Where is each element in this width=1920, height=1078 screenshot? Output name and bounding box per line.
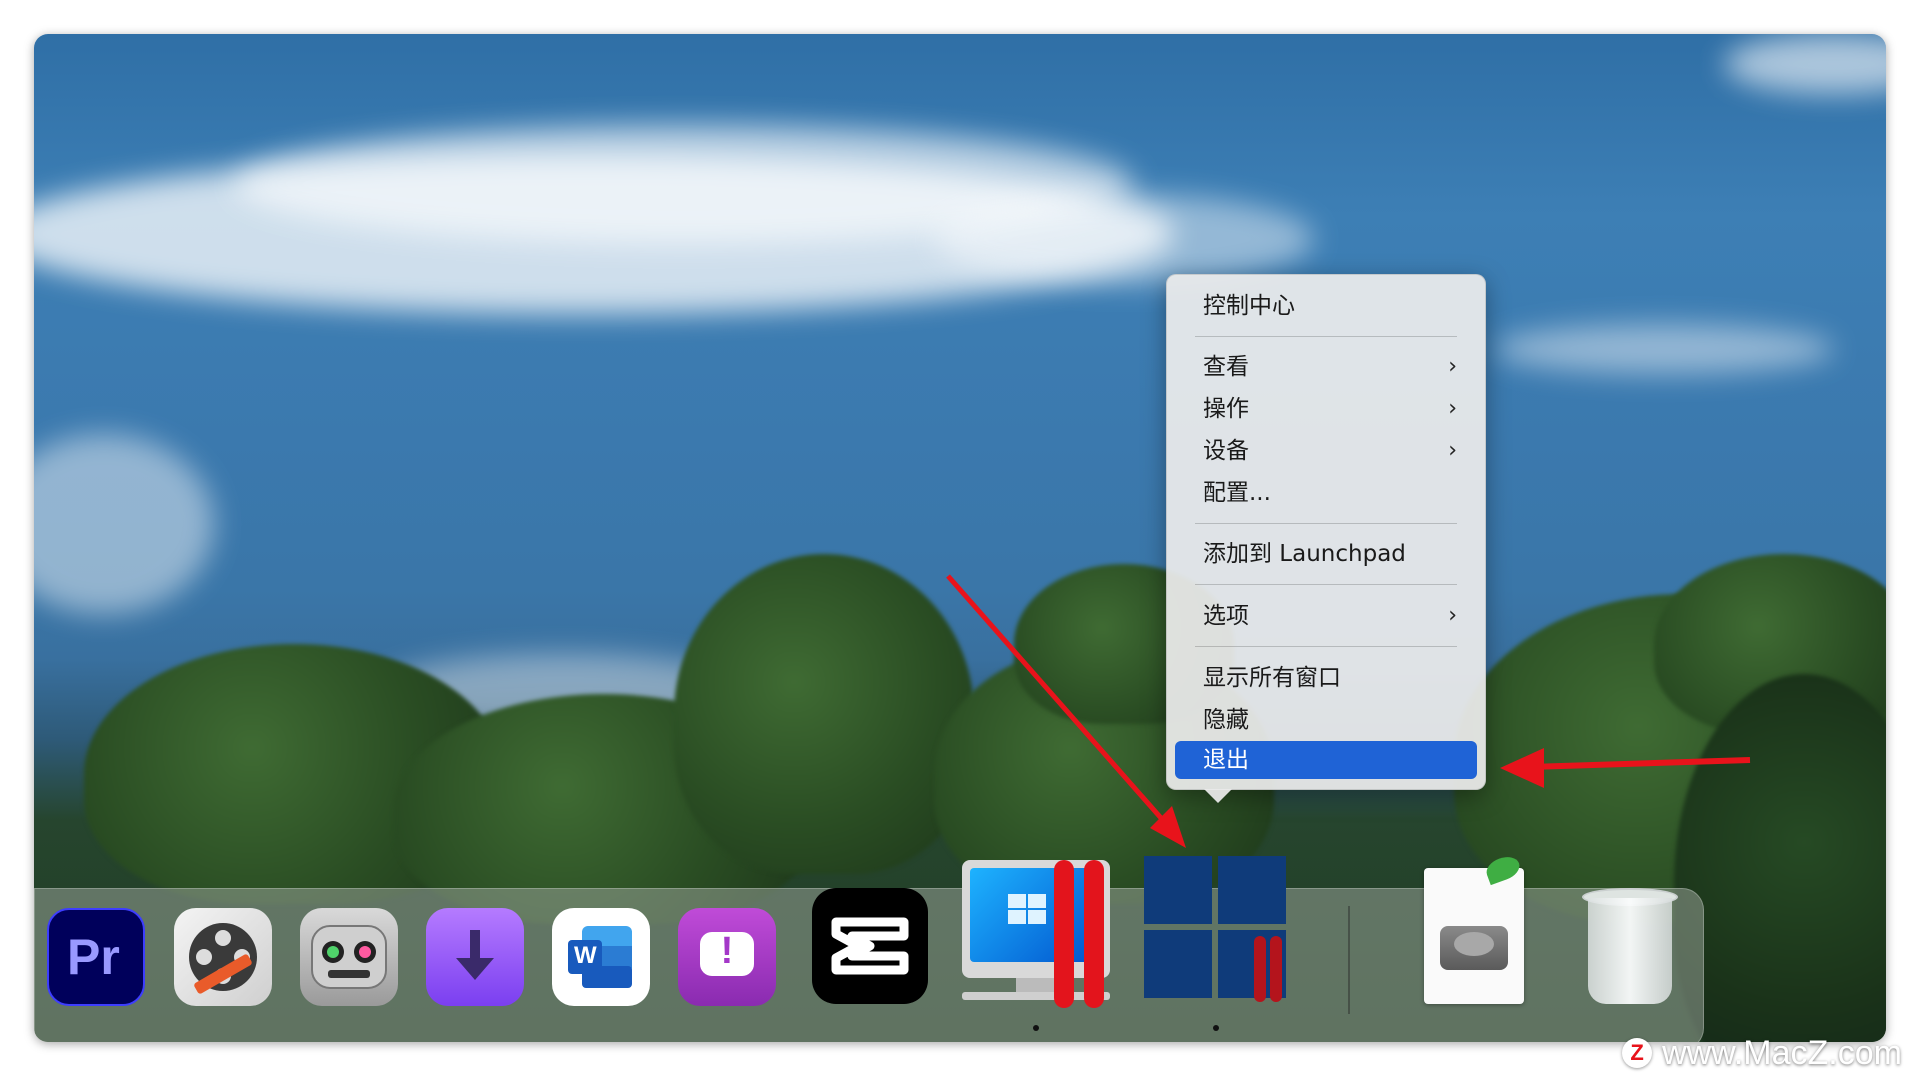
trash-icon[interactable] [1582,888,1678,1006]
windows-11-icon[interactable] [1142,856,1302,1004]
disk-image-icon[interactable] [1420,852,1530,1006]
menu-item-devices[interactable]: 设备 › [1175,432,1477,470]
menu-item-view[interactable]: 查看 › [1175,348,1477,386]
menu-item-show-all-windows[interactable]: 显示所有窗口 [1175,659,1477,697]
watermark-text: www.MacZ.com [1662,1033,1902,1072]
dock-separator [1348,906,1350,1014]
menu-item-label: 选项 [1203,603,1249,629]
film-reel-icon [189,923,257,994]
word-label: W [574,942,597,969]
menu-item-label: 显示所有窗口 [1203,665,1341,691]
download-arrow-icon [456,930,494,980]
word-icon[interactable]: W [552,908,650,1006]
macz-logo-icon: Z [1622,1038,1653,1068]
menu-item-label: 退出 [1203,747,1249,773]
menu-item-quit[interactable]: 退出 [1175,741,1477,779]
capcut-icon[interactable] [812,888,928,1004]
wallpaper-tree [674,554,974,874]
menu-item-control-center[interactable]: 控制中心 [1175,287,1477,325]
wallpaper-wave [934,194,1314,284]
menu-item-configure[interactable]: 配置... [1175,474,1477,512]
film-editor-icon[interactable] [174,908,272,1006]
menu-item-label: 配置... [1203,480,1271,506]
chevron-right-icon: › [1448,396,1457,421]
wallpaper-wave [34,434,214,614]
menu-separator [1195,336,1457,337]
running-indicator [1213,1025,1219,1031]
menu-item-label: 操作 [1203,396,1249,422]
voice-robot-icon[interactable] [300,908,398,1006]
chevron-right-icon: › [1448,603,1457,628]
capcut-logo-icon [831,917,909,975]
robot-face-icon [311,925,387,989]
menu-item-add-to-launchpad[interactable]: 添加到 Launchpad [1175,535,1477,573]
running-indicator [1033,1025,1039,1031]
context-menu: 控制中心 查看 › 操作 › 设备 › 配置... 添加到 Launchpad … [1166,274,1486,803]
chevron-right-icon: › [1448,438,1457,463]
menu-item-options[interactable]: 选项 › [1175,597,1477,635]
parallels-desktop-icon[interactable] [956,860,1116,1008]
wallpaper-wave [1724,34,1886,94]
parallels-bars-icon [1048,860,1110,1008]
hard-drive-icon [1440,926,1508,970]
word-doc-icon [568,926,632,988]
menu-separator [1195,584,1457,585]
menu-separator [1195,523,1457,524]
menu-item-label: 查看 [1203,354,1249,380]
menu-item-label: 隐藏 [1203,707,1249,733]
premiere-pro-label: Pr [67,929,120,985]
menu-separator [1195,646,1457,647]
menu-item-label: 控制中心 [1203,293,1295,319]
downloader-icon[interactable] [426,908,524,1006]
watermark: Z www.MacZ.com [1622,1032,1902,1074]
menu-item-label: 设备 [1203,438,1249,464]
premiere-pro-icon[interactable]: Pr [47,908,145,1006]
menu-item-hide[interactable]: 隐藏 [1175,701,1477,739]
menu-item-actions[interactable]: 操作 › [1175,390,1477,428]
chevron-right-icon: › [1448,354,1457,379]
feedback-mark: ! [720,930,734,972]
menu-item-label: 添加到 Launchpad [1203,541,1406,567]
feedback-icon[interactable]: ! [678,908,776,1006]
wallpaper-wave [1494,324,1834,374]
